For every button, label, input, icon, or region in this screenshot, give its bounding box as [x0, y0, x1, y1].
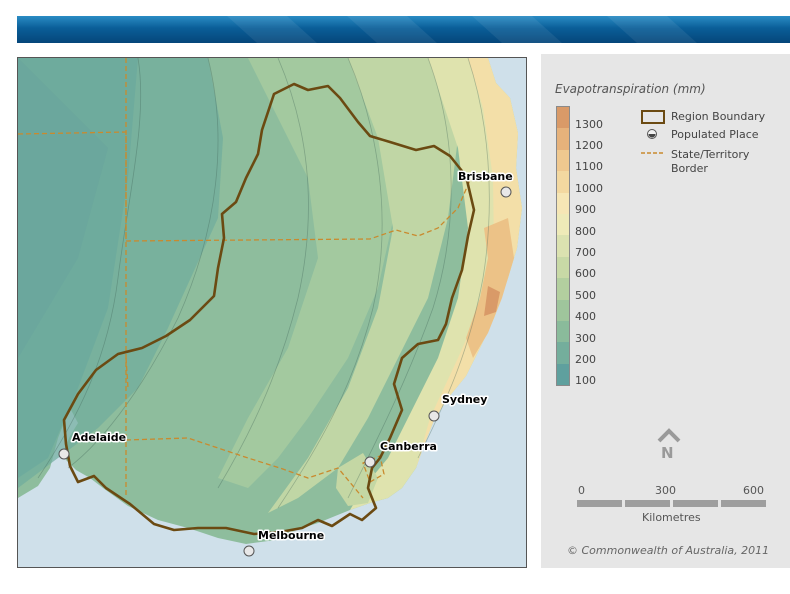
banner-decoration: [227, 16, 697, 43]
ramp-swatch-1200: [557, 128, 569, 150]
city-label-canberra: Canberra: [380, 440, 437, 453]
ramp-swatch-1300: [557, 107, 569, 129]
ramp-label-100: 100: [575, 374, 596, 388]
ramp-label-300: 300: [575, 331, 596, 345]
ramp-swatch-900: [557, 192, 569, 214]
ramp-swatch-500: [557, 278, 569, 300]
ramp-swatch-100: [557, 363, 569, 386]
ramp-label-800: 800: [575, 224, 596, 238]
ramp-swatch-400: [557, 299, 569, 321]
ramp-label-700: 700: [575, 246, 596, 259]
legend-title: Evapotranspiration (mm): [555, 82, 706, 96]
legend-panel: Evapotranspiration (mm) 1300 1200 1100 1000…: [541, 54, 790, 568]
ramp-label-400: 400: [575, 310, 596, 324]
map-canvas[interactable]: Brisbane Sydney Canberra Adelaide Melbou…: [17, 57, 527, 568]
populated-place-marker: [58, 448, 70, 460]
city-label-brisbane: Brisbane: [458, 170, 513, 183]
populated-place-marker: [243, 545, 255, 557]
ramp-label-900: 900: [575, 203, 596, 217]
state-border-label: State/Territory Border: [671, 148, 750, 175]
populated-place-marker: [364, 456, 376, 468]
scale-tick-300: 300: [655, 484, 676, 497]
city-label-melbourne: Melbourne: [258, 529, 324, 542]
region-boundary-label: Region Boundary: [671, 110, 766, 123]
scale-tick-600: 600: [743, 484, 764, 497]
ramp-label-200: 200: [575, 352, 596, 366]
ramp-swatch-600: [557, 256, 569, 279]
color-ramp: [556, 106, 570, 386]
ramp-label-1000: 1000: [575, 181, 603, 195]
region-boundary-swatch: [641, 110, 665, 124]
ramp-label-1100: 1100: [575, 160, 603, 174]
scale-tick-0: 0: [578, 484, 585, 497]
ramp-swatch-1000: [557, 171, 569, 193]
north-arrow-label: N: [661, 444, 674, 462]
ramp-swatch-700: [557, 235, 569, 257]
city-label-sydney: Sydney: [442, 393, 487, 406]
ramp-swatch-200: [557, 342, 569, 364]
ramp-swatch-300: [557, 320, 569, 343]
city-label-adelaide: Adelaide: [72, 431, 126, 444]
populated-place-label: Populated Place: [671, 128, 759, 141]
ramp-swatch-800: [557, 213, 569, 236]
north-arrow-icon: [657, 428, 681, 443]
header-banner: [17, 16, 790, 43]
ramp-swatch-1100: [557, 149, 569, 172]
scale-units: Kilometres: [642, 511, 701, 524]
state-border-swatch: [641, 152, 663, 154]
scale-bar: [577, 500, 766, 507]
ramp-label-1200: 1200: [575, 139, 603, 153]
ramp-label-600: 600: [575, 267, 596, 281]
copyright-notice: © Commonwealth of Australia, 2011: [567, 544, 770, 557]
ramp-label-1300: 1300: [575, 117, 603, 131]
populated-place-marker: [500, 186, 512, 198]
ramp-label-500: 500: [575, 288, 596, 302]
populated-place-icon: [647, 129, 657, 139]
populated-place-marker: [428, 410, 440, 422]
map-svg: Brisbane Sydney Canberra Adelaide Melbou…: [18, 58, 526, 567]
